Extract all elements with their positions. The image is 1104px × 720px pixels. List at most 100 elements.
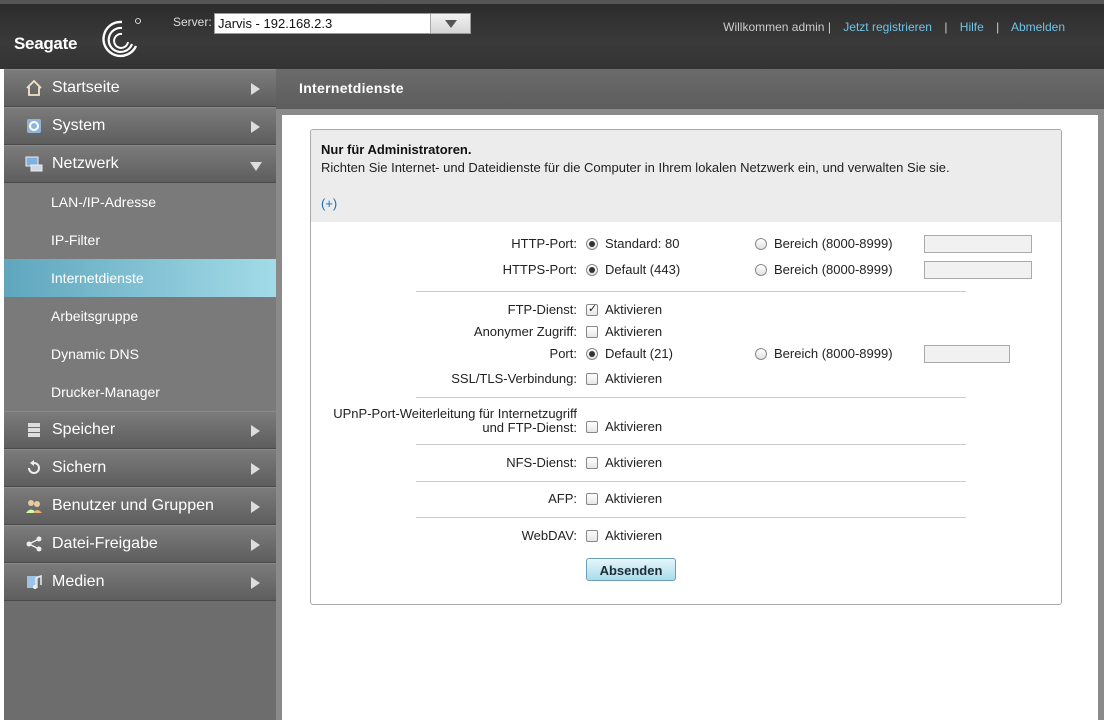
sidebar-subitem-label: Drucker-Manager <box>51 384 160 400</box>
ftp-port-range-radio[interactable] <box>755 347 767 360</box>
sidebar-subitem-arbeitsgruppe[interactable]: Arbeitsgruppe <box>4 297 276 335</box>
webdav-checkbox[interactable] <box>586 529 598 542</box>
ftp-service-option[interactable]: Aktivieren <box>586 302 662 317</box>
upnp-label-line1: UPnP-Port-Weiterleitung für Internetzugr… <box>333 406 577 421</box>
sidebar-subitem-drucker-manager[interactable]: Drucker-Manager <box>4 373 276 411</box>
chevron-right-icon <box>251 121 260 133</box>
option-label: Aktivieren <box>605 491 663 506</box>
option-label: Default (443) <box>605 262 681 277</box>
network-icon <box>24 154 44 174</box>
https-range-radio[interactable] <box>755 263 767 276</box>
ssl-tls-option[interactable]: Aktivieren <box>586 371 662 386</box>
register-link[interactable]: Jetzt registrieren <box>843 20 932 34</box>
sidebar-item-label: Medien <box>52 573 105 590</box>
server-select[interactable]: Jarvis - 192.168.2.3 <box>214 13 471 34</box>
sidebar-item-datei-freigabe[interactable]: Datei-Freigabe <box>4 525 276 563</box>
storage-icon <box>24 420 44 440</box>
https-port-label: HTTPS-Port: <box>502 262 577 277</box>
nfs-option[interactable]: Aktivieren <box>586 455 662 470</box>
anonymous-access-checkbox[interactable] <box>586 325 598 338</box>
separator: | <box>944 20 948 34</box>
ftp-port-default-radio[interactable] <box>586 347 598 360</box>
https-port-input[interactable] <box>924 261 1032 279</box>
webdav-option[interactable]: Aktivieren <box>586 528 662 543</box>
server-select-toggle[interactable] <box>430 14 470 33</box>
ftp-service-checkbox[interactable] <box>586 302 598 316</box>
http-default-radio[interactable] <box>586 237 598 250</box>
sidebar-item-system[interactable]: System <box>4 107 276 145</box>
sidebar: Startseite System Netzwerk LAN-/IP-Adres… <box>4 69 276 720</box>
http-range-radio[interactable] <box>755 237 767 250</box>
ftp-port-default-option[interactable]: Default (21) <box>586 346 673 361</box>
sidebar-subitem-lan-ip[interactable]: LAN-/IP-Adresse <box>4 183 276 221</box>
http-default-option[interactable]: Standard: 80 <box>586 236 679 251</box>
option-label: Aktivieren <box>605 324 663 339</box>
sidebar-item-benutzer[interactable]: Benutzer und Gruppen <box>4 487 276 525</box>
chevron-right-icon <box>251 425 260 437</box>
nfs-checkbox[interactable] <box>586 456 598 469</box>
help-link[interactable]: Hilfe <box>960 20 984 34</box>
https-range-option[interactable]: Bereich (8000-8999) <box>755 262 893 277</box>
page-title: Internetdienste <box>276 69 1104 109</box>
ftp-service-label: FTP-Dienst: <box>507 302 577 317</box>
sidebar-item-label: Datei-Freigabe <box>52 535 158 552</box>
seagate-logo[interactable]: Seagate <box>14 16 144 64</box>
sidebar-item-label: System <box>52 117 106 134</box>
home-icon <box>24 78 44 98</box>
user-bar: Willkommen admin | Jetzt registrieren | … <box>723 20 1065 34</box>
notice-title: Nur für Administratoren. <box>321 142 472 157</box>
sidebar-item-startseite[interactable]: Startseite <box>4 69 276 107</box>
option-label: Aktivieren <box>605 302 663 317</box>
sidebar-item-label: Speicher <box>52 421 116 438</box>
http-port-input[interactable] <box>924 235 1032 253</box>
ssl-tls-checkbox[interactable] <box>586 372 598 385</box>
sidebar-item-netzwerk[interactable]: Netzwerk <box>4 145 276 183</box>
ftp-port-label: Port: <box>549 346 577 361</box>
option-label: Bereich (8000-8999) <box>774 236 893 251</box>
sidebar-item-label: Startseite <box>52 79 120 96</box>
sidebar-subitem-label: IP-Filter <box>51 232 100 248</box>
option-label: Aktivieren <box>605 528 663 543</box>
option-label: Aktivieren <box>605 455 663 470</box>
sidebar-subitem-dynamic-dns[interactable]: Dynamic DNS <box>4 335 276 373</box>
ftp-port-range-option[interactable]: Bereich (8000-8999) <box>755 346 893 361</box>
sidebar-item-medien[interactable]: Medien <box>4 563 276 601</box>
http-range-option[interactable]: Bereich (8000-8999) <box>755 236 893 251</box>
logout-link[interactable]: Abmelden <box>1011 20 1065 34</box>
sidebar-item-sichern[interactable]: Sichern <box>4 449 276 487</box>
sidebar-item-speicher[interactable]: Speicher <box>4 411 276 449</box>
ftp-port-input[interactable] <box>924 345 1010 363</box>
ssl-tls-label: SSL/TLS-Verbindung: <box>451 371 577 386</box>
https-default-option[interactable]: Default (443) <box>586 262 680 277</box>
sidebar-subitem-internetdienste[interactable]: Internetdienste <box>4 259 276 297</box>
users-icon <box>24 496 44 516</box>
anonymous-access-option[interactable]: Aktivieren <box>586 324 662 339</box>
upnp-option[interactable]: Aktivieren <box>586 419 662 434</box>
afp-option[interactable]: Aktivieren <box>586 491 662 506</box>
expand-link[interactable]: (+) <box>321 196 337 211</box>
chevron-right-icon <box>251 463 260 475</box>
divider <box>416 444 966 445</box>
content-area: Nur für Administratoren. Richten Sie Int… <box>282 115 1098 720</box>
top-header: Seagate Server: Jarvis - 192.168.2.3 Wil… <box>0 0 1104 69</box>
afp-checkbox[interactable] <box>586 492 598 505</box>
system-icon <box>24 116 44 136</box>
chevron-down-icon <box>250 162 262 171</box>
submit-button[interactable]: Absenden <box>586 558 676 581</box>
notice-box: Nur für Administratoren. Richten Sie Int… <box>311 130 1061 222</box>
https-default-radio[interactable] <box>586 263 598 276</box>
sidebar-item-label: Netzwerk <box>52 155 119 172</box>
option-label: Bereich (8000-8999) <box>774 346 893 361</box>
webdav-label: WebDAV: <box>521 528 577 543</box>
anonymous-access-label: Anonymer Zugriff: <box>473 324 577 339</box>
sidebar-subitem-label: Dynamic DNS <box>51 346 139 362</box>
sidebar-item-label: Sichern <box>52 459 107 476</box>
option-label: Standard: 80 <box>605 236 680 251</box>
sidebar-subitem-ip-filter[interactable]: IP-Filter <box>4 221 276 259</box>
upnp-checkbox[interactable] <box>586 420 598 433</box>
chevron-right-icon <box>251 539 260 551</box>
divider <box>416 517 966 518</box>
chevron-down-icon <box>444 19 457 28</box>
sidebar-subitem-label: Internetdienste <box>51 270 144 286</box>
logo-text: Seagate <box>14 34 78 53</box>
